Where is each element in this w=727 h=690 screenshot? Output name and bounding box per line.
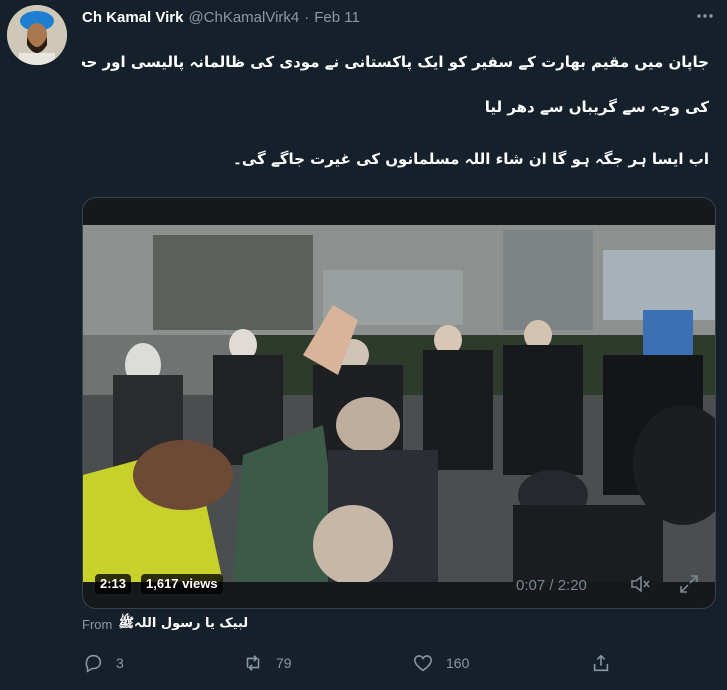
tweet-date[interactable]: Feb 11 (314, 9, 360, 26)
video-progress-time: 0:07 / 2:20 (516, 577, 587, 594)
tweet-text-line-1: جاپان میں مقیم بھارت کے سفیر کو ایک پاکس… (82, 53, 709, 71)
action-bar: 3 79 160 (82, 652, 622, 676)
avatar[interactable] (7, 5, 67, 65)
retweet-button[interactable]: 79 (242, 652, 292, 674)
fullscreen-icon[interactable] (677, 572, 701, 596)
heart-icon (414, 655, 432, 672)
tweet-text-line-3: اب ایسا ہر جگہ ہو گا ان شاء اللہ مسلمانو… (233, 150, 709, 168)
reply-icon (85, 654, 102, 673)
author-handle[interactable]: @ChKamalVirk4 (188, 9, 299, 26)
tweet-text-line-2: کی وجہ سے گریباں سے دھر لیا (484, 98, 709, 116)
volume-mute-icon[interactable] (629, 572, 653, 596)
author-name[interactable]: Ch Kamal Virk (82, 9, 183, 26)
retweet-icon (246, 655, 260, 671)
separator-dot: · (304, 8, 310, 26)
more-horizontal-icon[interactable] (695, 6, 715, 31)
source-name[interactable]: لبیک یا رسول اللہﷺ (118, 615, 248, 634)
retweet-count: 79 (276, 655, 292, 671)
tweet-header: Ch Kamal Virk @ChKamalVirk4 · Feb 11 (82, 7, 360, 27)
views-badge: 1,617 views (141, 574, 223, 594)
share-icon (593, 654, 609, 672)
tweet-source: From لبیک یا رسول اللہﷺ (82, 615, 248, 634)
duration-badge: 2:13 (95, 574, 132, 594)
like-count: 160 (446, 655, 470, 671)
like-button[interactable]: 160 (412, 652, 469, 674)
avatar-image (7, 5, 67, 65)
video-frame (83, 225, 715, 582)
reply-button[interactable]: 3 (82, 652, 124, 674)
video-player[interactable]: 2:13 1,617 views 0:07 / 2:20 (82, 197, 716, 609)
share-button[interactable] (590, 652, 612, 674)
source-label: From (82, 617, 113, 632)
reply-count: 3 (116, 655, 124, 671)
